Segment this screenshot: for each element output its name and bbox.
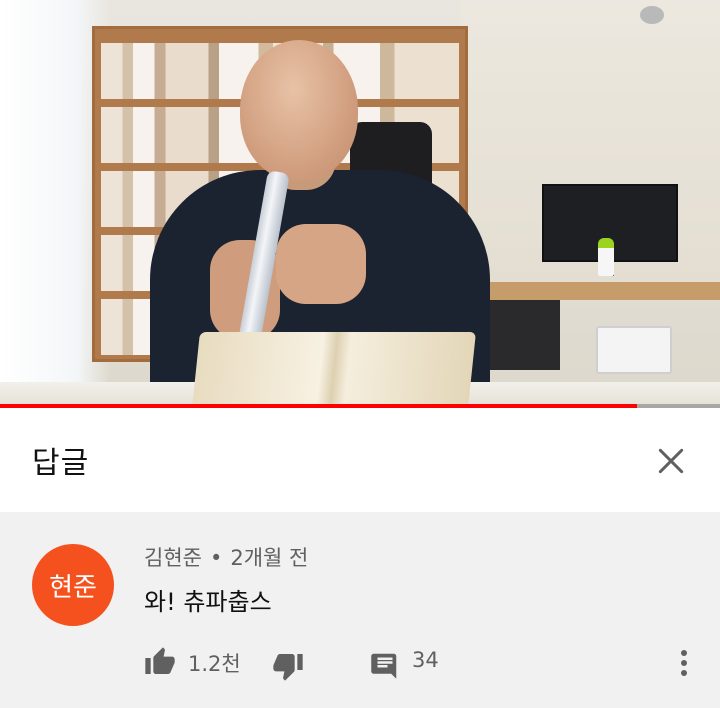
dislike-button[interactable] (272, 650, 304, 682)
comment-actions: 1.2천 34 (144, 644, 704, 682)
video-printer (596, 326, 672, 374)
thumbs-down-icon (273, 654, 303, 681)
meta-separator: • (209, 546, 223, 570)
replies-title: 답글 (32, 446, 90, 481)
video-cup (598, 238, 614, 276)
comment-meta: 김현준 • 2개월 전 (144, 542, 308, 572)
video-desk (470, 282, 720, 300)
video-person-head (240, 40, 358, 180)
comment-timestamp: 2개월 전 (230, 546, 309, 570)
close-button[interactable] (646, 436, 696, 486)
comment-text: 와! 츄파춥스 (144, 588, 272, 616)
more-vert-icon (681, 650, 687, 676)
close-icon (658, 448, 684, 474)
reply-count: 34 (412, 648, 439, 672)
comment-item: 현준 김현준 • 2개월 전 와! 츄파춥스 1.2천 34 (0, 512, 720, 708)
video-ceiling-camera (640, 6, 664, 24)
comment-icon (371, 653, 397, 679)
video-sheet-music-book (192, 332, 476, 408)
like-button[interactable] (144, 646, 176, 678)
more-options-button[interactable] (672, 646, 696, 680)
like-count: 1.2천 (188, 652, 241, 676)
avatar[interactable]: 현준 (32, 544, 114, 626)
replies-header: 답글 (0, 408, 720, 512)
thumbs-up-icon (145, 647, 175, 674)
comment-author[interactable]: 김현준 (144, 546, 202, 570)
video-player[interactable] (0, 0, 720, 408)
reply-button[interactable] (370, 650, 400, 680)
